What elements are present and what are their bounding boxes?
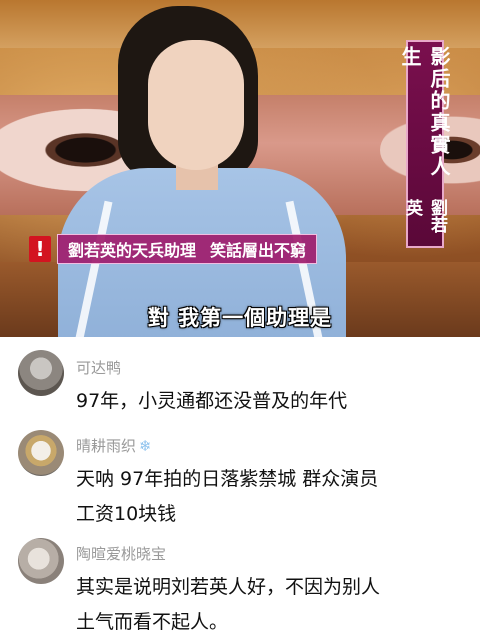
show-title-card: 影后的真實人生 劉若英 [398, 40, 451, 248]
comment-text: 97年，小灵通都还没普及的年代 [76, 390, 348, 412]
avatar[interactable] [18, 350, 64, 396]
headline-box: 劉若英的天兵助理 笑話層出不窮 [57, 234, 318, 264]
comment-username[interactable]: 陶暄爱桃晓宝 [76, 543, 166, 564]
headline-part2: 笑話層出不窮 [210, 241, 307, 260]
video-frame[interactable]: 影后的真實人生 劉若英 ! 劉若英的天兵助理 笑話層出不窮 對 我第一個助理是 [0, 0, 480, 337]
comment-text-line1: 其实是说明刘若英人好，不因为别人 [76, 576, 381, 598]
snowflake-icon: ❄ [139, 436, 152, 455]
show-title: 影后的真實人生 [398, 46, 451, 178]
headline-part1: 劉若英的天兵助理 [68, 241, 197, 260]
username-text: 晴耕雨织 [76, 437, 137, 455]
username-text: 陶暄爱桃晓宝 [76, 545, 167, 563]
comment-list: 可达鸭 97年，小灵通都还没普及的年代 晴耕雨织 ❄ 天呐 97年拍的日落紫禁城… [0, 337, 480, 640]
alert-icon: ! [29, 236, 51, 262]
username-text: 可达鸭 [76, 359, 122, 377]
headline-caption: ! 劉若英的天兵助理 笑話層出不窮 [29, 233, 341, 265]
avatar[interactable] [18, 430, 64, 476]
video-subtitle: 對 我第一個助理是 [147, 306, 333, 330]
guest-name: 劉若英 [402, 198, 447, 233]
comment-text-line2: 土气而看不起人。 [76, 611, 229, 633]
person-face [148, 40, 244, 170]
comment-username[interactable]: 可达鸭 [76, 357, 121, 378]
comment-text-line2: 工资10块钱 [76, 503, 177, 525]
comment-username[interactable]: 晴耕雨织 ❄ [76, 435, 152, 456]
avatar[interactable] [18, 538, 64, 584]
comment-text-line1: 天呐 97年拍的日落紫禁城 群众演员 [76, 468, 379, 490]
